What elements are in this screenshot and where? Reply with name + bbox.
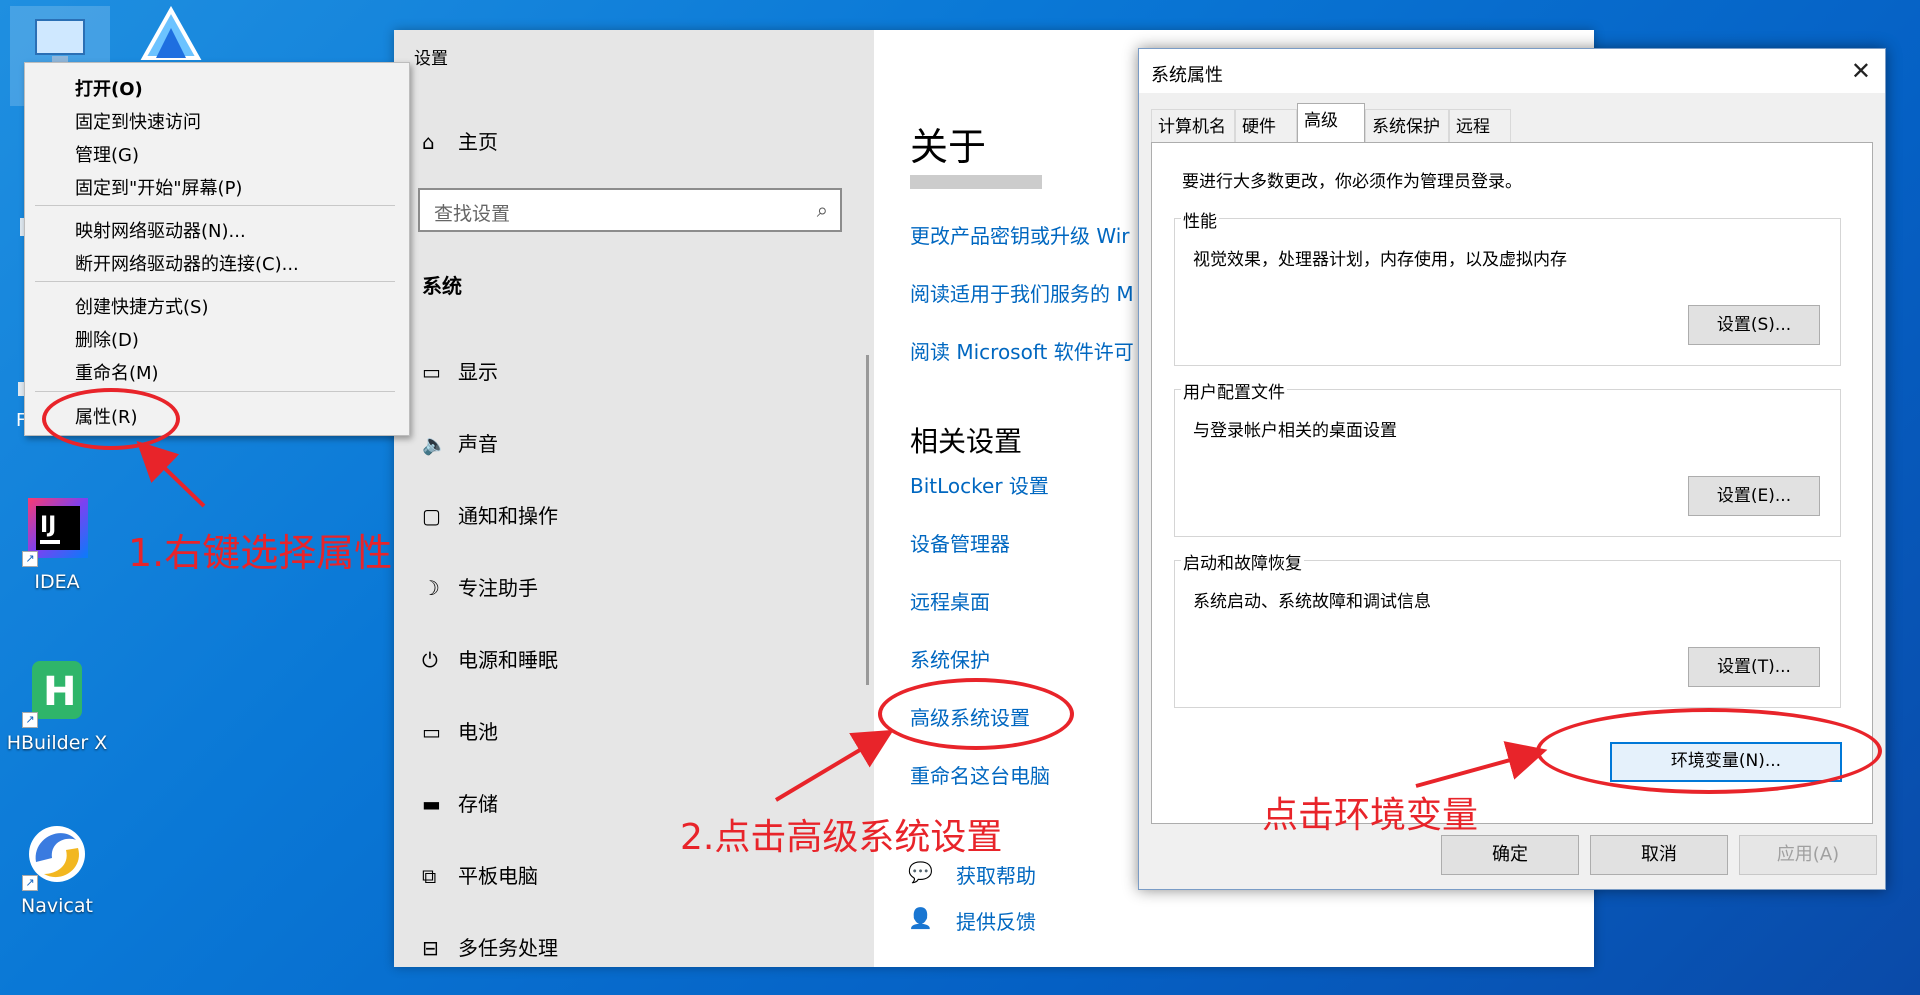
arrow-step1 <box>136 440 206 508</box>
arrow-step2 <box>774 729 894 802</box>
annotation-step3: 点击环境变量 <box>1262 795 1479 836</box>
annotation-step2: 2.点击高级系统设置 <box>680 817 1003 858</box>
annotation-step1: 1.右键选择属性 <box>128 531 393 575</box>
arrow-step3 <box>1415 741 1548 788</box>
